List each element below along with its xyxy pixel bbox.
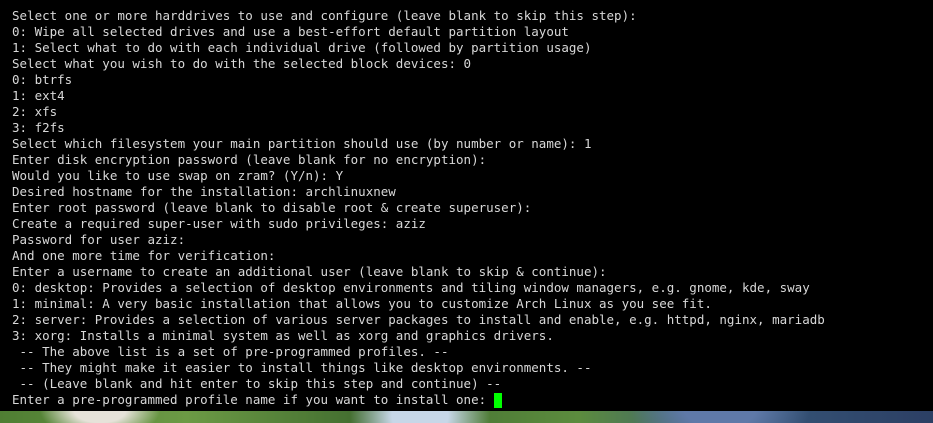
terminal-line: Select which filesystem your main partit…	[12, 136, 592, 151]
terminal-line: Enter disk encryption password (leave bl…	[12, 152, 487, 167]
terminal-line: 0: desktop: Provides a selection of desk…	[12, 280, 810, 295]
terminal-line: Enter root password (leave blank to disa…	[12, 200, 532, 215]
terminal-line: Select what you wish to do with the sele…	[12, 56, 472, 71]
terminal-line: Create a required super-user with sudo p…	[12, 216, 426, 231]
terminal-line: Desired hostname for the installation: a…	[12, 184, 396, 199]
terminal-line: 3: f2fs	[12, 120, 65, 135]
terminal-line: -- They might make it easier to install …	[12, 360, 592, 375]
terminal-line: 2: xfs	[12, 104, 58, 119]
input-prompt-line[interactable]: Enter a pre-programmed profile name if y…	[12, 392, 933, 408]
terminal-line: 3: xorg: Installs a minimal system as we…	[12, 328, 554, 343]
terminal-line: -- The above list is a set of pre-progra…	[12, 344, 449, 359]
prompt-text: Enter a pre-programmed profile name if y…	[12, 392, 494, 407]
terminal-line: 0: Wipe all selected drives and use a be…	[12, 24, 569, 39]
terminal-line: Would you like to use swap on zram? (Y/n…	[12, 168, 344, 183]
terminal-line: -- (Leave blank and hit enter to skip th…	[12, 376, 502, 391]
terminal-line: 1: ext4	[12, 88, 65, 103]
terminal-window[interactable]: Select one or more harddrives to use and…	[0, 0, 933, 411]
terminal-line: 2: server: Provides a selection of vario…	[12, 312, 825, 327]
terminal-line: 1: minimal: A very basic installation th…	[12, 296, 712, 311]
terminal-line: And one more time for verification:	[12, 248, 276, 263]
terminal-line: Select one or more harddrives to use and…	[12, 8, 637, 23]
terminal-line: Enter a username to create an additional…	[12, 264, 607, 279]
terminal-line: 1: Select what to do with each individua…	[12, 40, 592, 55]
terminal-line: Password for user aziz:	[12, 232, 186, 247]
terminal-line: 0: btrfs	[12, 72, 73, 87]
text-cursor	[493, 392, 502, 408]
